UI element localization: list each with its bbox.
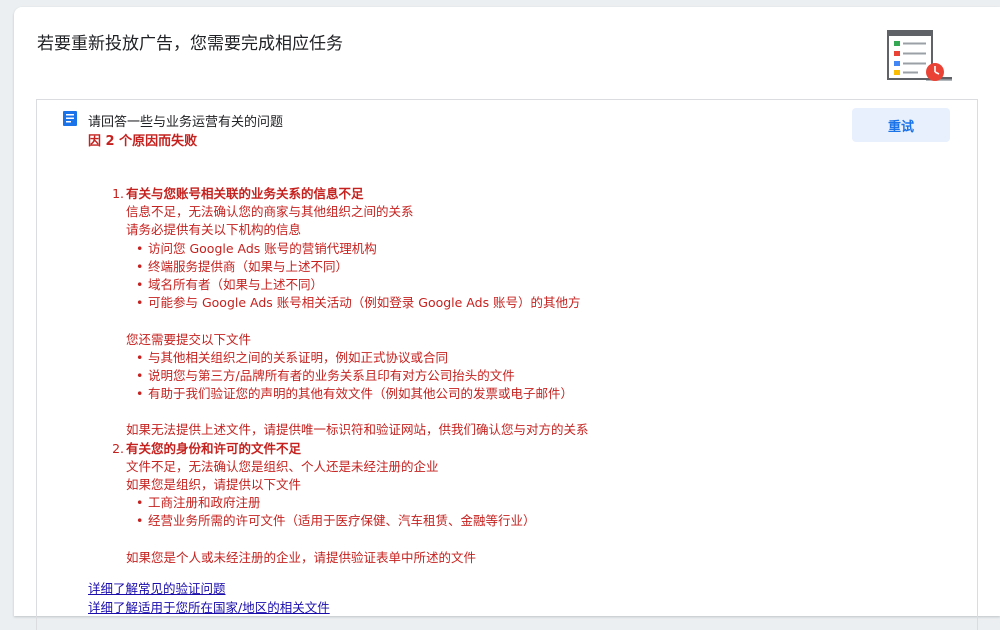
- checklist-clock-illustration: [887, 30, 952, 81]
- reason-text: 文件不足，无法确认您是组织、个人还是未经注册的企业: [126, 458, 439, 474]
- list-item: 访问您 Google Ads 账号的营销代理机构: [110, 240, 589, 258]
- link-country-documents[interactable]: 详细了解适用于您所在国家/地区的相关文件: [88, 599, 330, 618]
- reason-heading: 2. 有关您的身份和许可的文件不足: [112, 440, 302, 456]
- list-item: 说明您与第三方/品牌所有者的业务关系且印有对方公司抬头的文件: [110, 367, 589, 385]
- list-item: 与其他相关组织之间的关系证明，例如正式协议或合同: [110, 349, 589, 367]
- task-title: 请回答一些与业务运营有关的问题: [88, 115, 284, 130]
- list-item: 可能参与 Google Ads 账号相关活动（例如登录 Google Ads 账…: [110, 294, 589, 312]
- reason-text: 信息不足，无法确认您的商家与其他组织之间的关系: [126, 204, 414, 220]
- reason-text: 如果您是组织，请提供以下文件: [126, 477, 302, 492]
- list-item: 有助于我们验证您的声明的其他有效文件（例如其他公司的发票或电子邮件）: [110, 385, 589, 403]
- list-item: 工商注册和政府注册: [110, 494, 589, 512]
- list-item: 终端服务提供商（如果与上述不同）: [110, 258, 589, 276]
- link-common-verification-issues[interactable]: 详细了解常见的验证问题: [88, 580, 330, 599]
- reason-heading: 1. 有关与您账号相关联的业务关系的信息不足: [112, 186, 364, 201]
- document-icon: [63, 111, 77, 126]
- retry-button[interactable]: 重试: [852, 108, 950, 142]
- reason-text: 请务必提供有关以下机构的信息: [126, 222, 302, 238]
- task-status: 因 2 个原因而失败: [88, 134, 198, 149]
- list-item: 域名所有者（如果与上述不同）: [110, 276, 589, 294]
- task-card: 若要重新投放广告，您需要完成相应任务 请回答一些与业务运营有关的问题 因 2 个…: [14, 7, 1000, 630]
- reason-text: 如果您是个人或未经注册的企业，请提供验证表单中所述的文件: [126, 549, 477, 565]
- list-item: 经营业务所需的许可文件（适用于医疗保健、汽车租赁、金融等行业）: [110, 512, 589, 530]
- reason-text: 如果无法提供上述文件，请提供唯一标识符和验证网站，供我们确认您与对方的关系: [126, 422, 589, 438]
- reason-text: 您还需要提交以下文件: [126, 331, 252, 347]
- page-title: 若要重新投放广告，您需要完成相应任务: [37, 34, 343, 54]
- help-links: 详细了解常见的验证问题 详细了解适用于您所在国家/地区的相关文件: [88, 580, 330, 617]
- verification-task: 请回答一些与业务运营有关的问题 因 2 个原因而失败 重试 1. 有关与您账号相关…: [36, 99, 978, 630]
- failure-reasons: 1. 有关与您账号相关联的业务关系的信息不足 信息不足，无法确认您的商家与其他组织…: [110, 185, 589, 567]
